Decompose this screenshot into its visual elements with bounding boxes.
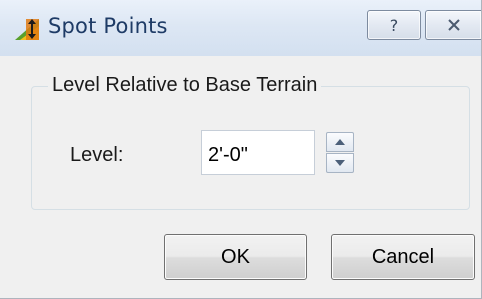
window-title: Spot Points	[48, 14, 168, 38]
level-spin-down-button[interactable]	[326, 153, 354, 173]
level-label: Level:	[70, 144, 124, 166]
arrow-up-icon	[335, 139, 345, 145]
spot-points-dialog: Spot Points ? Level Relative to Base Ter…	[0, 0, 482, 299]
close-icon	[447, 19, 460, 31]
help-button[interactable]: ?	[367, 10, 421, 40]
level-input[interactable]	[201, 130, 315, 175]
dialog-body: Level Relative to Base Terrain Level: OK…	[0, 56, 481, 298]
close-button[interactable]	[425, 10, 481, 40]
groupbox-label: Level Relative to Base Terrain	[48, 74, 322, 97]
spot-points-app-icon	[14, 16, 40, 42]
title-bar[interactable]: Spot Points ?	[0, 0, 481, 56]
level-spin-up-button[interactable]	[326, 132, 354, 152]
ok-button[interactable]: OK	[164, 234, 307, 280]
cancel-button[interactable]: Cancel	[331, 234, 475, 280]
arrow-down-icon	[335, 160, 345, 166]
help-icon: ?	[390, 16, 399, 34]
svg-text:?: ?	[390, 16, 399, 34]
